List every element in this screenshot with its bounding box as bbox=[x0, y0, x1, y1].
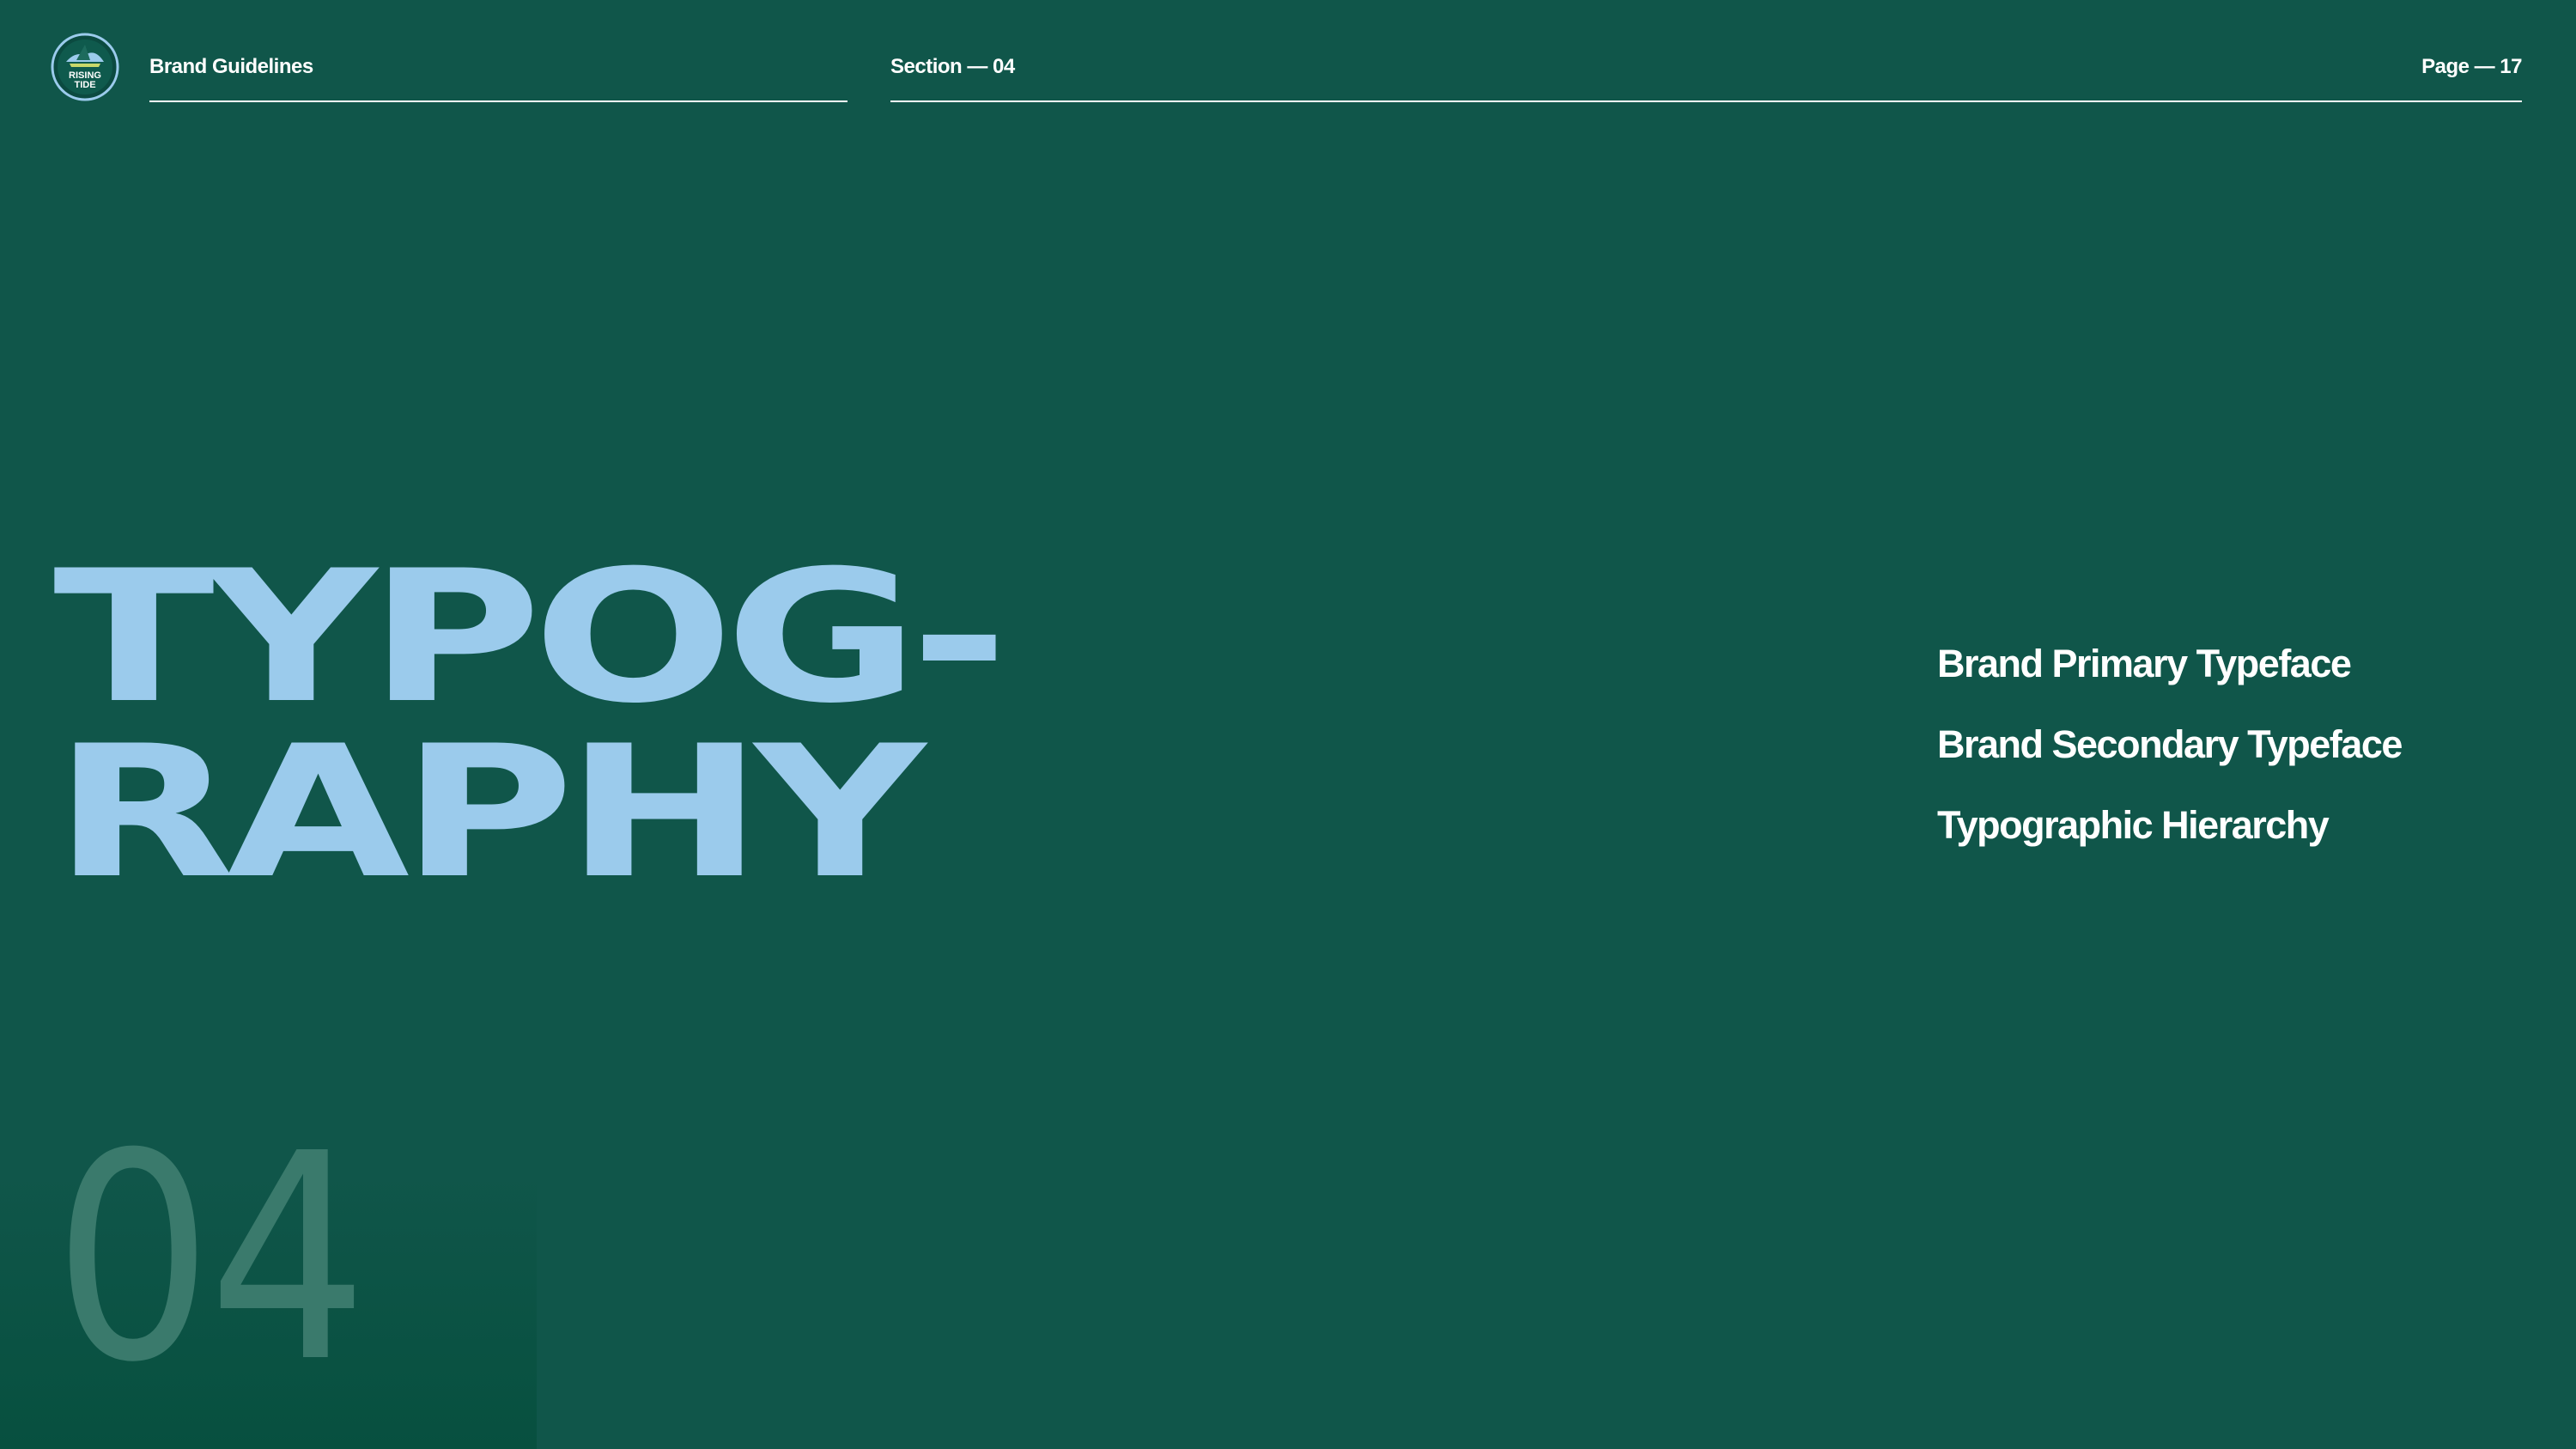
section-number: 04 bbox=[53, 1093, 368, 1425]
logo-text-line2: TIDE bbox=[74, 80, 95, 90]
header-brand-label: Brand Guidelines bbox=[149, 55, 313, 78]
logo-emblem: RISING TIDE bbox=[51, 33, 119, 101]
header-divider-left bbox=[149, 100, 848, 102]
section-contents-list: Brand Primary Typeface Brand Secondary T… bbox=[1937, 624, 2403, 866]
brand-guidelines-page: RISING TIDE Brand Guidelines Section — 0… bbox=[0, 0, 2576, 1449]
menu-item-typographic-hierarchy[interactable]: Typographic Hierarchy bbox=[1937, 785, 2402, 866]
header-section-label: Section — 04 bbox=[890, 55, 1015, 78]
header-page-number: Page — 17 bbox=[2421, 55, 2522, 78]
rising-tide-logo-icon: RISING TIDE bbox=[51, 33, 119, 101]
section-title-line1: TYPOG- bbox=[53, 531, 1008, 743]
header-divider-right bbox=[890, 100, 2522, 102]
section-title-line2: RAPHY bbox=[53, 706, 926, 918]
menu-item-secondary-typeface[interactable]: Brand Secondary Typeface bbox=[1937, 704, 2403, 785]
section-title: TYPOG- RAPHY bbox=[53, 531, 1008, 918]
menu-item-primary-typeface[interactable]: Brand Primary Typeface bbox=[1937, 624, 2402, 704]
